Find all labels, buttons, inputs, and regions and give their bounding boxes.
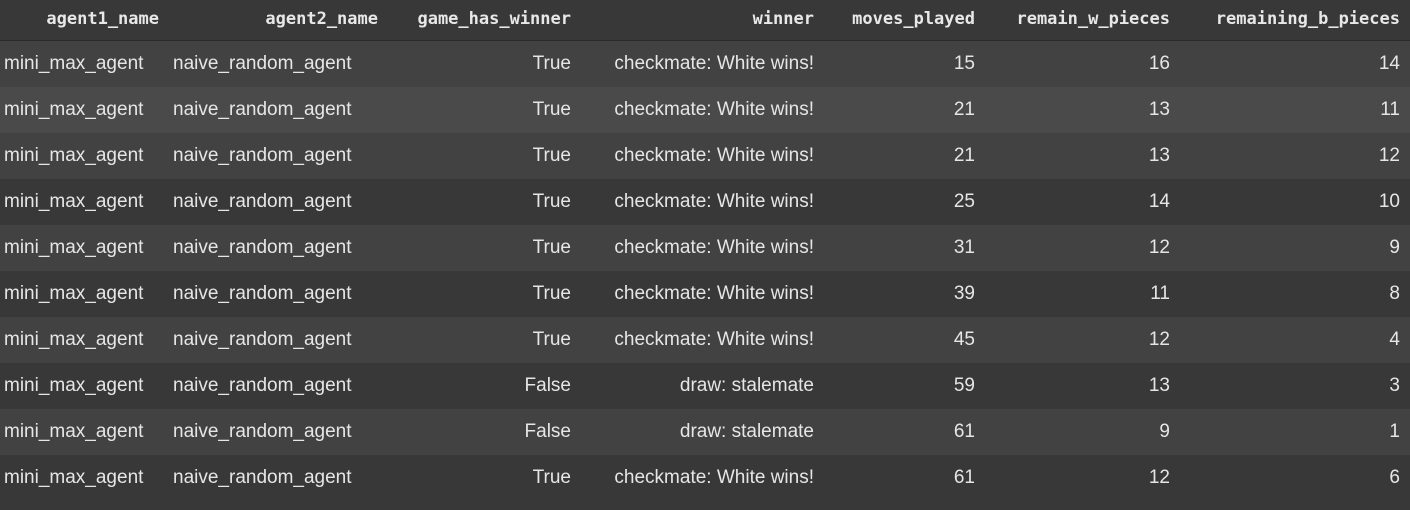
table-row[interactable]: mini_max_agent naive_random_agent True chec… (0, 317, 1410, 363)
cell-remaining-b-pieces: 1 (1180, 409, 1410, 455)
cell-remaining-b-pieces: 6 (1180, 455, 1410, 501)
cell-agent2-name: naive_random_agent (169, 271, 388, 317)
cell-agent1-name: mini_max_agent (0, 317, 169, 363)
cell-remain-w-pieces: 9 (985, 409, 1180, 455)
cell-agent2-name: naive_random_agent (169, 409, 388, 455)
table-row[interactable]: mini_max_agent naive_random_agent True chec… (0, 271, 1410, 317)
cell-moves-played: 61 (824, 455, 985, 501)
cell-remain-w-pieces: 14 (985, 179, 1180, 225)
column-header-agent1-name[interactable]: agent1_name (0, 0, 169, 41)
cell-agent1-name: mini_max_agent (0, 40, 169, 87)
results-table: agent1_name agent2_name game_has_winner … (0, 0, 1410, 501)
table-row[interactable]: mini_max_agent naive_random_agent False dra… (0, 363, 1410, 409)
cell-agent2-name: naive_random_agent (169, 455, 388, 501)
cell-remain-w-pieces: 12 (985, 317, 1180, 363)
table-row[interactable]: mini_max_agent naive_random_agent True chec… (0, 225, 1410, 271)
cell-agent1-name: mini_max_agent (0, 409, 169, 455)
cell-remaining-b-pieces: 4 (1180, 317, 1410, 363)
cell-moves-played: 59 (824, 363, 985, 409)
column-header-remaining-b-pieces[interactable]: remaining_b_pieces (1180, 0, 1410, 41)
table-row[interactable]: mini_max_agent naive_random_agent False dra… (0, 409, 1410, 455)
cell-agent1-name: mini_max_agent (0, 363, 169, 409)
cell-agent1-name: mini_max_agent (0, 455, 169, 501)
cell-agent1-name: mini_max_agent (0, 225, 169, 271)
table-row[interactable]: mini_max_agent naive_random_agent True chec… (0, 133, 1410, 179)
table-row[interactable]: mini_max_agent naive_random_agent True chec… (0, 87, 1410, 133)
cell-winner: checkmate: White wins! (581, 133, 824, 179)
cell-game-has-winner: True (388, 179, 581, 225)
cell-winner: draw: stalemate (581, 363, 824, 409)
cell-moves-played: 31 (824, 225, 985, 271)
cell-moves-played: 21 (824, 133, 985, 179)
cell-agent1-name: mini_max_agent (0, 179, 169, 225)
cell-winner: checkmate: White wins! (581, 40, 824, 87)
cell-agent2-name: naive_random_agent (169, 133, 388, 179)
cell-winner: checkmate: White wins! (581, 271, 824, 317)
cell-winner: checkmate: White wins! (581, 455, 824, 501)
column-header-moves-played[interactable]: moves_played (824, 0, 985, 41)
cell-moves-played: 25 (824, 179, 985, 225)
cell-winner: checkmate: White wins! (581, 87, 824, 133)
cell-moves-played: 45 (824, 317, 985, 363)
table-header-row: agent1_name agent2_name game_has_winner … (0, 0, 1410, 41)
cell-remaining-b-pieces: 12 (1180, 133, 1410, 179)
table-row[interactable]: mini_max_agent naive_random_agent True chec… (0, 455, 1410, 501)
cell-agent2-name: naive_random_agent (169, 363, 388, 409)
cell-game-has-winner: True (388, 40, 581, 87)
cell-agent1-name: mini_max_agent (0, 271, 169, 317)
cell-game-has-winner: True (388, 87, 581, 133)
cell-remain-w-pieces: 13 (985, 363, 1180, 409)
cell-agent2-name: naive_random_agent (169, 40, 388, 87)
cell-remain-w-pieces: 13 (985, 87, 1180, 133)
cell-agent2-name: naive_random_agent (169, 225, 388, 271)
cell-remain-w-pieces: 12 (985, 225, 1180, 271)
cell-moves-played: 15 (824, 40, 985, 87)
cell-winner: checkmate: White wins! (581, 225, 824, 271)
dataframe-output: agent1_name agent2_name game_has_winner … (0, 0, 1410, 510)
column-header-winner[interactable]: winner (581, 0, 824, 41)
cell-game-has-winner: True (388, 317, 581, 363)
column-header-agent2-name[interactable]: agent2_name (169, 0, 388, 41)
cell-moves-played: 39 (824, 271, 985, 317)
cell-remaining-b-pieces: 9 (1180, 225, 1410, 271)
cell-remain-w-pieces: 16 (985, 40, 1180, 87)
table-body: mini_max_agent naive_random_agent True chec… (0, 40, 1410, 501)
cell-game-has-winner: True (388, 225, 581, 271)
cell-remaining-b-pieces: 10 (1180, 179, 1410, 225)
cell-agent2-name: naive_random_agent (169, 87, 388, 133)
cell-moves-played: 61 (824, 409, 985, 455)
cell-remain-w-pieces: 13 (985, 133, 1180, 179)
cell-game-has-winner: True (388, 455, 581, 501)
table-row[interactable]: mini_max_agent naive_random_agent True chec… (0, 40, 1410, 87)
cell-remain-w-pieces: 11 (985, 271, 1180, 317)
cell-remaining-b-pieces: 8 (1180, 271, 1410, 317)
column-header-remain-w-pieces[interactable]: remain_w_pieces (985, 0, 1180, 41)
cell-moves-played: 21 (824, 87, 985, 133)
table-row[interactable]: mini_max_agent naive_random_agent True chec… (0, 179, 1410, 225)
cell-winner: checkmate: White wins! (581, 179, 824, 225)
cell-agent1-name: mini_max_agent (0, 133, 169, 179)
cell-remaining-b-pieces: 11 (1180, 87, 1410, 133)
cell-game-has-winner: False (388, 363, 581, 409)
cell-winner: draw: stalemate (581, 409, 824, 455)
column-header-game-has-winner[interactable]: game_has_winner (388, 0, 581, 41)
cell-game-has-winner: False (388, 409, 581, 455)
cell-winner: checkmate: White wins! (581, 317, 824, 363)
cell-remain-w-pieces: 12 (985, 455, 1180, 501)
cell-agent2-name: naive_random_agent (169, 317, 388, 363)
cell-agent2-name: naive_random_agent (169, 179, 388, 225)
cell-game-has-winner: True (388, 271, 581, 317)
cell-remaining-b-pieces: 3 (1180, 363, 1410, 409)
cell-agent1-name: mini_max_agent (0, 87, 169, 133)
cell-remaining-b-pieces: 14 (1180, 40, 1410, 87)
cell-game-has-winner: True (388, 133, 581, 179)
